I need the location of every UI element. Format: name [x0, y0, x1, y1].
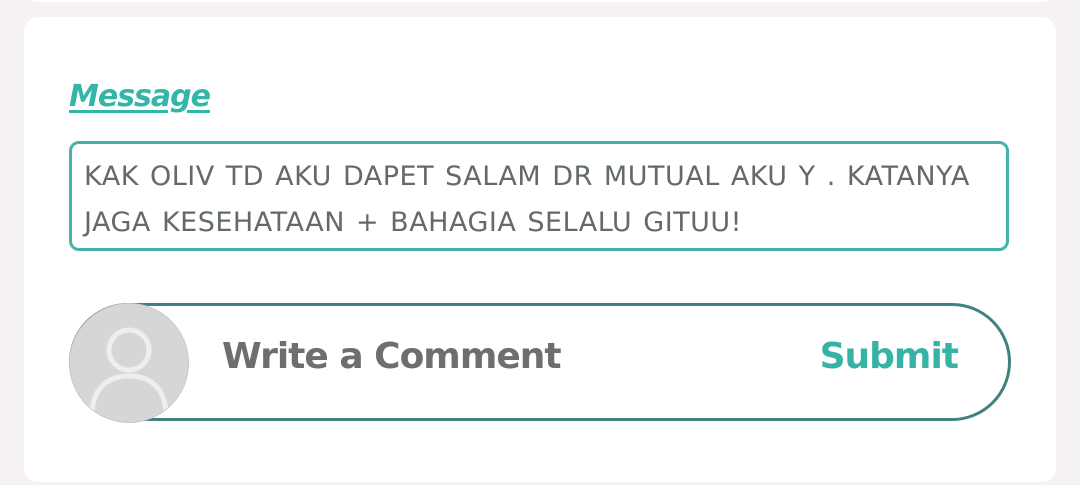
message-text: KAK OLIV TD AKU DAPET SALAM DR MUTUAL AK…	[84, 161, 970, 238]
message-text-box: KAK OLIV TD AKU DAPET SALAM DR MUTUAL AK…	[69, 141, 1009, 251]
submit-button[interactable]: Submit	[820, 336, 959, 377]
comment-input[interactable]: Write a Comment	[222, 336, 562, 377]
message-card: Message KAK OLIV TD AKU DAPET SALAM DR M…	[24, 17, 1056, 482]
user-avatar-icon	[70, 304, 188, 422]
comment-bar[interactable]: Write a Comment Submit	[69, 303, 1011, 422]
message-label: Message	[69, 79, 211, 114]
previous-card	[24, 0, 1056, 2]
